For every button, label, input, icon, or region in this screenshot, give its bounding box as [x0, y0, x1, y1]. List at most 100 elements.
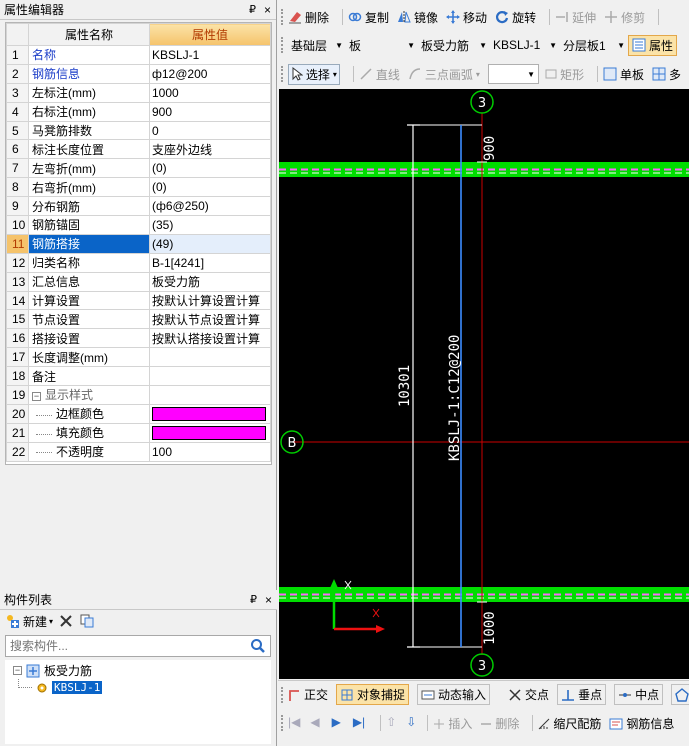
snap-button[interactable]: 对象捕捉 [336, 684, 410, 705]
intersect-icon [509, 688, 521, 701]
new-component-button[interactable]: 新建 ▾ [5, 613, 53, 630]
multi-board-button[interactable]: 多 [652, 66, 681, 83]
midpoint-button[interactable]: 中点 [614, 684, 664, 705]
collapse-toggle[interactable]: − [32, 391, 41, 401]
property-row[interactable]: 1 名称 KBSLJ-1 [6, 45, 271, 65]
property-row[interactable]: 10 钢筋锚固 (35) [6, 215, 271, 235]
rebar-info-button[interactable]: 钢筋信息 [609, 715, 674, 732]
property-value[interactable] [149, 403, 271, 424]
component-select[interactable]: KBSLJ-1 ▼ [490, 36, 560, 54]
move-button[interactable]: 移动 [446, 9, 487, 26]
next-icon[interactable]: ▶ [332, 715, 341, 729]
property-row[interactable]: 6 标注长度位置 支座外边线 [6, 139, 271, 160]
property-row[interactable]: 18 备注 [6, 366, 271, 387]
prev-icon[interactable]: ◀ [310, 715, 319, 729]
property-row[interactable]: 13 汇总信息 板受力筋 [6, 271, 271, 292]
property-row[interactable]: 20 边框颜色 [6, 403, 271, 424]
property-value[interactable]: (35) [149, 215, 271, 235]
rect-button[interactable]: 矩形 [545, 66, 584, 83]
property-row[interactable]: 14 计算设置 按默认计算设置计算 [6, 290, 271, 311]
property-value[interactable]: 板受力筋 [149, 271, 271, 292]
collapse-toggle[interactable]: − [13, 666, 22, 675]
property-name: 右标注(mm) [28, 101, 150, 122]
type-select[interactable]: 板受力筋 ▼ [418, 36, 490, 54]
color-swatch[interactable] [152, 407, 266, 422]
scale-rebar-button[interactable]: 缩尺配筋 [538, 715, 601, 732]
single-board-button[interactable]: 单板 [603, 66, 644, 83]
property-row[interactable]: 19− 显示样式 [6, 385, 271, 405]
dynamic-input-button[interactable]: 动态输入 [417, 684, 491, 705]
property-row[interactable]: 2 钢筋信息 ф12@200 [6, 63, 271, 84]
tree-item-kbslj-1[interactable]: KBSLJ-1 [5, 679, 271, 696]
line-button[interactable]: 直线 [359, 66, 400, 83]
category-select[interactable]: 板 ▼ [346, 36, 418, 54]
perpendicular-button[interactable]: 垂点 [557, 684, 607, 705]
property-row[interactable]: 17 长度调整(mm) [6, 347, 271, 368]
property-row[interactable]: 11 钢筋搭接 (49) [6, 233, 271, 254]
property-value[interactable]: KBSLJ-1 [149, 45, 271, 65]
sublayer-select[interactable]: 分层板1 ▼ [560, 36, 628, 54]
color-swatch[interactable] [152, 426, 266, 441]
tree-item-root[interactable]: − 板受力筋 [5, 662, 271, 679]
snap-toolbar: 正交 对象捕捉 动态输入 交点 垂点 中点 顶 [278, 680, 689, 708]
mirror-button[interactable]: 镜像 [397, 9, 438, 26]
property-value[interactable]: 1000 [149, 82, 271, 103]
insert-button[interactable]: 插入 [433, 715, 472, 732]
search-input[interactable] [6, 636, 246, 656]
property-value[interactable] [149, 422, 271, 443]
property-value[interactable]: 按默认搭接设置计算 [149, 328, 271, 349]
intersect-button[interactable]: 交点 [508, 686, 549, 703]
rotate-button[interactable]: 旋转 [495, 9, 536, 26]
property-row[interactable]: 4 右标注(mm) 900 [6, 101, 271, 122]
property-value[interactable] [149, 366, 271, 387]
property-value[interactable]: 0 [149, 120, 271, 141]
property-value[interactable]: 100 [149, 441, 271, 462]
search-icon[interactable] [250, 638, 266, 654]
property-row[interactable]: 9 分布钢筋 (ф6@250) [6, 196, 271, 217]
up-icon[interactable]: ⇧ [386, 715, 396, 729]
property-value[interactable]: (0) [149, 158, 271, 179]
last-icon[interactable]: ▶| [353, 715, 365, 729]
property-value[interactable]: 支座外边线 [149, 139, 271, 160]
delete-row-button[interactable]: 删除 [480, 715, 519, 732]
property-value[interactable]: 按默认节点设置计算 [149, 309, 271, 330]
property-row[interactable]: 15 节点设置 按默认节点设置计算 [6, 309, 271, 330]
property-value[interactable] [149, 347, 271, 368]
select-button[interactable]: 选择 ▾ [287, 63, 340, 85]
pin-icon[interactable]: ₽ [250, 590, 257, 610]
drawing-canvas[interactable]: 3 3 B 900 1000 10301 KBSLJ-1:C12@200 [279, 89, 689, 679]
close-icon[interactable]: × [265, 590, 272, 610]
properties-button[interactable]: 属性 [628, 34, 678, 56]
trim-button[interactable]: 修剪 [604, 9, 645, 26]
property-value[interactable]: (49) [149, 233, 271, 254]
property-row[interactable]: 3 左标注(mm) 1000 [6, 82, 271, 103]
property-row[interactable]: 22 不透明度 100 [6, 441, 271, 462]
property-value[interactable]: 900 [149, 101, 271, 122]
property-value[interactable]: ф12@200 [149, 63, 271, 84]
delete-icon[interactable] [59, 614, 73, 628]
copy-button[interactable]: 复制 [348, 9, 389, 26]
layer-select[interactable]: 基础层 ▼ [288, 36, 346, 54]
down-icon[interactable]: ⇩ [406, 715, 416, 729]
property-row[interactable]: 7 左弯折(mm) (0) [6, 158, 271, 179]
first-icon[interactable]: |◀ [288, 715, 300, 729]
copy-icon[interactable] [79, 613, 95, 629]
property-value[interactable]: 按默认计算设置计算 [149, 290, 271, 311]
property-value[interactable]: (0) [149, 177, 271, 198]
ortho-button[interactable]: 正交 [287, 686, 328, 703]
arc-button[interactable]: 三点画弧 ▾ [408, 66, 480, 83]
property-row[interactable]: 16 搭接设置 按默认搭接设置计算 [6, 328, 271, 349]
delete-button[interactable]: 删除 [288, 9, 329, 26]
property-value[interactable]: B-1[4241] [149, 252, 271, 273]
property-row[interactable]: 8 右弯折(mm) (0) [6, 177, 271, 198]
close-icon[interactable]: × [264, 0, 271, 20]
vertex-button[interactable]: 顶 [671, 684, 689, 705]
pin-icon[interactable]: ₽ [249, 0, 256, 20]
property-row[interactable]: 5 马凳筋排数 0 [6, 120, 271, 141]
property-value[interactable] [149, 385, 271, 405]
extend-button[interactable]: 延伸 [555, 9, 596, 26]
shape-select[interactable]: ▼ [487, 64, 540, 84]
property-value[interactable]: (ф6@250) [149, 196, 271, 217]
property-row[interactable]: 21 填充颜色 [6, 422, 271, 443]
property-row[interactable]: 12 归类名称 B-1[4241] [6, 252, 271, 273]
